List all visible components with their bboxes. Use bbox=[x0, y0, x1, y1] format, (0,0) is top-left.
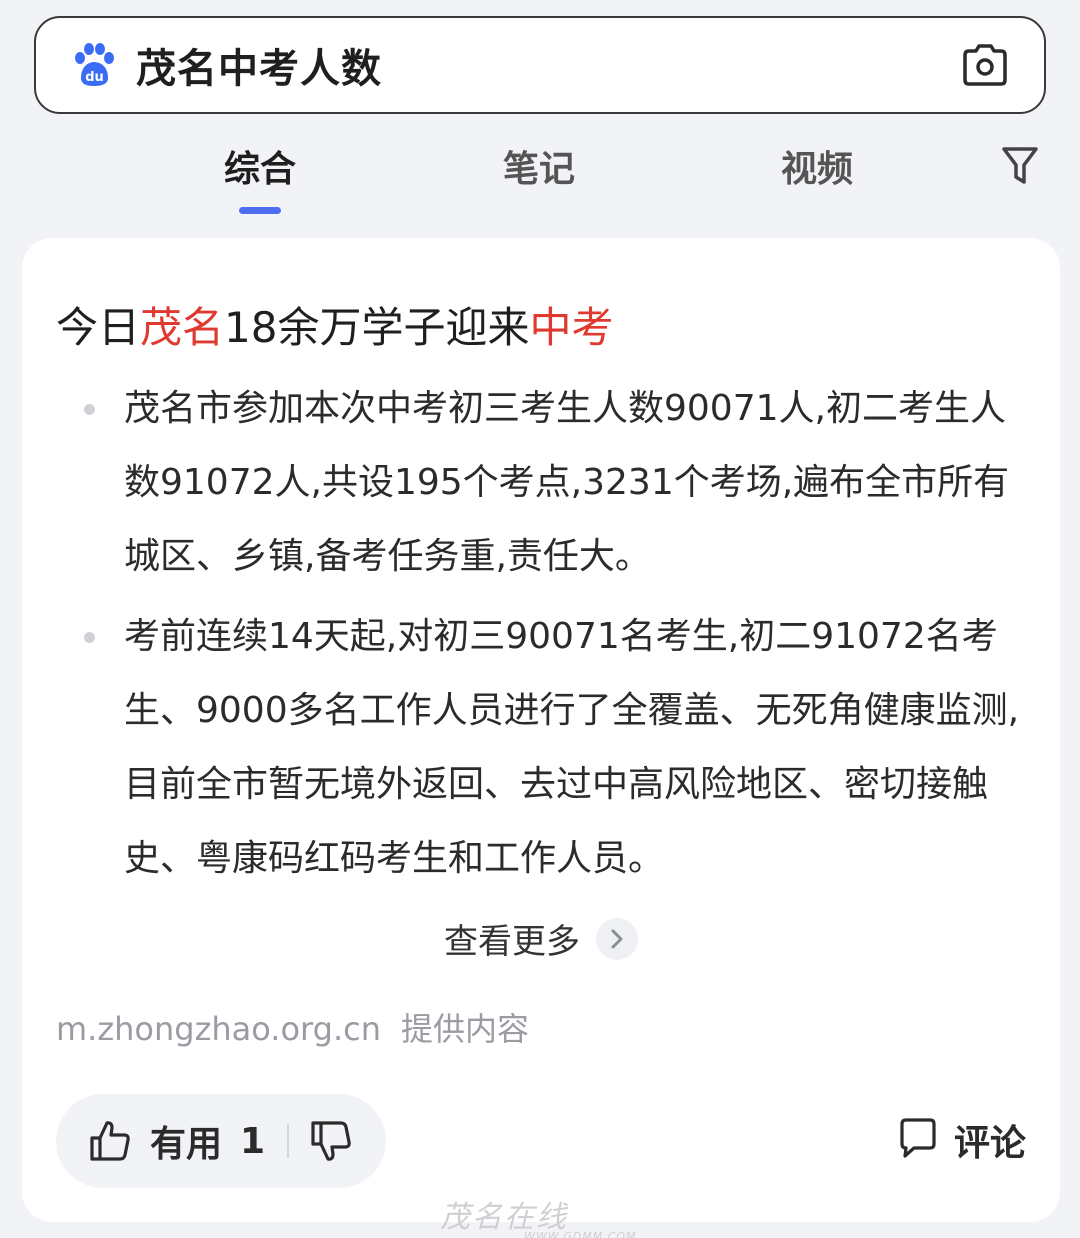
list-item: 考前连续14天起,对初三90071名考生,初二91072名考生、9000多名工作… bbox=[78, 600, 1028, 896]
list-item: 茂名市参加本次中考初三考生人数90071人,初二考生人数91072人,共设195… bbox=[78, 372, 1028, 594]
result-title[interactable]: 今日茂名18余万学子迎来中考 bbox=[56, 294, 614, 355]
baidu-paw-icon: du bbox=[64, 35, 124, 95]
watermark-sub: WWW.GDMM.COM bbox=[524, 1230, 637, 1238]
title-part: 今日 bbox=[56, 303, 141, 352]
useful-label[interactable]: 有用 bbox=[150, 1115, 222, 1167]
camera-icon[interactable] bbox=[956, 36, 1014, 94]
tab-notes[interactable]: 笔记 bbox=[469, 140, 609, 192]
comment-label: 评论 bbox=[953, 1123, 1026, 1164]
search-query[interactable]: 茂名中考人数 bbox=[136, 36, 956, 94]
svg-text:du: du bbox=[85, 70, 104, 85]
useful-count: 1 bbox=[240, 1120, 266, 1162]
view-more-label: 查看更多 bbox=[444, 922, 580, 962]
source-line: m.zhongzhao.org.cn 提供内容 bbox=[56, 1004, 529, 1050]
summary-list: 茂名市参加本次中考初三考生人数90071人,初二考生人数91072人,共设195… bbox=[78, 372, 1028, 896]
feedback-pill: 有用 1 bbox=[56, 1094, 386, 1188]
bullet-dot bbox=[84, 632, 95, 643]
source-domain[interactable]: m.zhongzhao.org.cn bbox=[56, 1010, 381, 1048]
thumbs-down-icon[interactable] bbox=[309, 1119, 353, 1163]
title-highlight: 茂名 bbox=[140, 303, 225, 352]
filter-icon[interactable] bbox=[1000, 144, 1040, 188]
title-highlight: 中考 bbox=[529, 303, 614, 352]
page: du 茂名中考人数 综合 笔记 视频 今日茂名18余万学子迎来中考 茂名市参加本… bbox=[0, 0, 1080, 1238]
bullet-dot bbox=[84, 404, 95, 415]
thumbs-up-icon[interactable] bbox=[88, 1119, 132, 1163]
active-tab-indicator bbox=[239, 207, 281, 214]
list-item-text: 茂名市参加本次中考初三考生人数90071人,初二考生人数91072人,共设195… bbox=[124, 388, 1010, 577]
comment-button[interactable]: 评论 bbox=[896, 1114, 1026, 1166]
divider bbox=[287, 1124, 290, 1158]
result-tabs: 综合 笔记 视频 bbox=[0, 130, 1080, 220]
title-part: 18余万学子迎来 bbox=[224, 303, 530, 352]
watermark: 茂名在线 WWW.GDMM.COM bbox=[440, 1192, 637, 1238]
tab-comprehensive[interactable]: 综合 bbox=[190, 140, 330, 192]
chevron-right-icon bbox=[596, 917, 638, 960]
comment-icon bbox=[896, 1116, 940, 1164]
list-item-text: 考前连续14天起,对初三90071名考生,初二91072名考生、9000多名工作… bbox=[124, 616, 1020, 879]
result-card: 今日茂名18余万学子迎来中考 茂名市参加本次中考初三考生人数90071人,初二考… bbox=[22, 238, 1060, 1222]
source-suffix: 提供内容 bbox=[401, 1010, 530, 1048]
view-more-button[interactable]: 查看更多 bbox=[22, 914, 1060, 963]
tab-videos[interactable]: 视频 bbox=[747, 140, 887, 192]
search-bar[interactable]: du 茂名中考人数 bbox=[34, 16, 1046, 114]
